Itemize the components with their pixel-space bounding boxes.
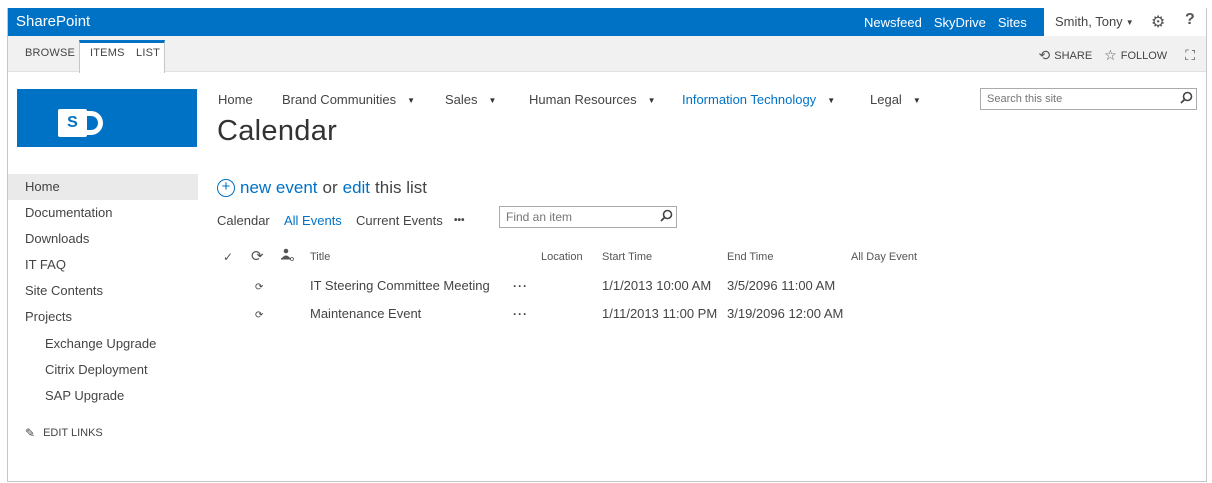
topnav-label: Human Resources bbox=[529, 92, 637, 107]
chevron-down-icon: ▼ bbox=[1125, 18, 1134, 28]
tab-list[interactable]: LIST bbox=[136, 47, 160, 59]
leftnav-downloads[interactable]: Downloads bbox=[8, 226, 198, 252]
topnav-label: Sales bbox=[445, 92, 478, 107]
leftnav-home[interactable]: Home bbox=[8, 174, 198, 200]
event-title[interactable]: IT Steering Committee Meeting bbox=[310, 278, 490, 293]
leftnav-documentation[interactable]: Documentation bbox=[8, 200, 198, 226]
suite-bar: SharePoint Newsfeed SkyDrive Sites Smith… bbox=[8, 8, 1206, 36]
user-name: Smith, Tony bbox=[1055, 14, 1123, 29]
topnav-home[interactable]: Home bbox=[218, 92, 253, 107]
more-views-button[interactable]: ••• bbox=[454, 215, 465, 226]
column-end-time[interactable]: End Time bbox=[727, 251, 773, 263]
view-current-events[interactable]: Current Events bbox=[356, 213, 443, 228]
topnav-information-technology[interactable]: Information Technology ▼ bbox=[682, 92, 835, 107]
leftnav-projects[interactable]: Projects bbox=[8, 304, 198, 330]
view-all-events[interactable]: All Events bbox=[284, 213, 342, 228]
user-menu[interactable]: Smith, Tony ▼ bbox=[1055, 14, 1134, 29]
sharepoint-window: SharePoint Newsfeed SkyDrive Sites Smith… bbox=[7, 8, 1207, 482]
focus-icon: ⛶ bbox=[1185, 47, 1195, 63]
topnav-human-resources[interactable]: Human Resources ▼ bbox=[529, 92, 656, 107]
logo-letter: S bbox=[58, 109, 87, 137]
column-start-time[interactable]: Start Time bbox=[602, 251, 652, 263]
follow-icon: ☆ bbox=[1104, 47, 1117, 63]
this-list-text: this list bbox=[375, 178, 428, 197]
chevron-down-icon: ▼ bbox=[827, 96, 836, 105]
ribbon-actions: ⟲ SHARE ☆ FOLLOW ⛶ bbox=[1027, 47, 1199, 64]
follow-button[interactable]: ☆ FOLLOW bbox=[1104, 47, 1167, 64]
site-search-input[interactable] bbox=[981, 89, 1171, 109]
leftnav-sap-upgrade[interactable]: SAP Upgrade bbox=[8, 383, 198, 409]
list-actions: + new event or edit this list bbox=[217, 178, 427, 198]
leftnav-it-faq[interactable]: IT FAQ bbox=[8, 252, 198, 278]
topnav-sales[interactable]: Sales ▼ bbox=[445, 92, 496, 107]
chevron-down-icon: ▼ bbox=[647, 96, 656, 105]
item-menu-button[interactable]: ··· bbox=[513, 307, 528, 321]
sites-link[interactable]: Sites bbox=[998, 15, 1027, 30]
chevron-down-icon: ▼ bbox=[912, 96, 921, 105]
event-start-time: 1/11/2013 11:00 PM bbox=[602, 306, 718, 321]
pencil-icon: ✎ bbox=[25, 426, 36, 440]
search-icon[interactable] bbox=[1180, 91, 1193, 104]
topnav-label: Legal bbox=[870, 92, 902, 107]
suite-links: Newsfeed SkyDrive Sites bbox=[864, 8, 1039, 36]
leftnav-site-contents[interactable]: Site Contents bbox=[8, 278, 198, 304]
edit-list-link[interactable]: edit bbox=[343, 178, 370, 198]
event-end-time: 3/19/2096 12:00 AM bbox=[727, 306, 844, 321]
leftnav-citrix-deployment[interactable]: Citrix Deployment bbox=[8, 357, 198, 383]
brand-link[interactable]: SharePoint bbox=[16, 13, 90, 30]
find-item-input[interactable] bbox=[500, 207, 650, 227]
attendees-icon bbox=[281, 248, 294, 261]
share-icon: ⟲ bbox=[1038, 47, 1051, 63]
gear-icon[interactable]: ⚙ bbox=[1151, 12, 1165, 32]
logo-arrow bbox=[86, 111, 103, 135]
view-calendar[interactable]: Calendar bbox=[217, 213, 270, 228]
site-logo[interactable]: S bbox=[17, 89, 197, 147]
event-end-time: 3/5/2096 11:00 AM bbox=[727, 278, 836, 293]
newsfeed-link[interactable]: Newsfeed bbox=[864, 15, 922, 30]
page-title: Calendar bbox=[217, 115, 338, 147]
column-all-day-event[interactable]: All Day Event bbox=[851, 251, 917, 263]
focus-button[interactable]: ⛶ bbox=[1179, 47, 1199, 64]
select-all-checkmark-icon[interactable]: ✓ bbox=[223, 250, 233, 264]
ribbon: BROWSE ITEMS LIST ⟲ SHARE ☆ FOLLOW ⛶ bbox=[8, 36, 1206, 73]
share-button[interactable]: ⟲ SHARE bbox=[1039, 47, 1093, 64]
tab-items[interactable]: ITEMS bbox=[90, 47, 125, 59]
recurrence-icon: ⟳ bbox=[255, 310, 264, 321]
edit-links-label: EDIT LINKS bbox=[43, 427, 103, 439]
chevron-down-icon: ▼ bbox=[407, 96, 416, 105]
column-title[interactable]: Title bbox=[310, 251, 330, 263]
find-item-box bbox=[499, 206, 677, 228]
edit-links-button[interactable]: ✎ EDIT LINKS bbox=[25, 426, 103, 440]
chevron-down-icon: ▼ bbox=[488, 96, 497, 105]
new-event-link[interactable]: new event bbox=[240, 178, 318, 198]
recurrence-icon: ⟳ bbox=[255, 282, 264, 293]
share-label: SHARE bbox=[1054, 49, 1093, 62]
event-start-time: 1/1/2013 10:00 AM bbox=[602, 278, 712, 293]
event-title[interactable]: Maintenance Event bbox=[310, 306, 421, 321]
column-location[interactable]: Location bbox=[541, 251, 583, 263]
site-search-box bbox=[980, 88, 1197, 110]
or-text: or bbox=[322, 178, 338, 197]
plus-icon[interactable]: + bbox=[217, 179, 235, 197]
search-icon[interactable] bbox=[660, 209, 673, 222]
skydrive-link[interactable]: SkyDrive bbox=[934, 15, 986, 30]
topnav-label: Information Technology bbox=[682, 92, 817, 107]
topnav-brand-communities[interactable]: Brand Communities ▼ bbox=[282, 92, 415, 107]
user-menu-area: Smith, Tony ▼ ⚙ ? bbox=[1044, 8, 1206, 36]
recurrence-icon: ⟳ bbox=[251, 248, 264, 265]
help-icon[interactable]: ? bbox=[1185, 11, 1195, 29]
leftnav-exchange-upgrade[interactable]: Exchange Upgrade bbox=[8, 331, 198, 357]
item-menu-button[interactable]: ··· bbox=[513, 279, 528, 293]
follow-label: FOLLOW bbox=[1120, 49, 1168, 62]
tab-browse[interactable]: BROWSE bbox=[25, 47, 75, 59]
topnav-label: Brand Communities bbox=[282, 92, 397, 107]
topnav-legal[interactable]: Legal ▼ bbox=[870, 92, 921, 107]
